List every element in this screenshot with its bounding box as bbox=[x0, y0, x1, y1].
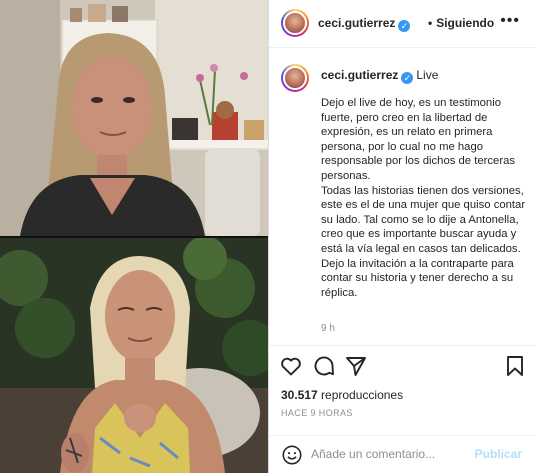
verified-badge-icon: ✓ bbox=[398, 20, 411, 32]
post-caption: Dejo el live de hoy, es un testimonio fu… bbox=[321, 96, 529, 300]
caption-username[interactable]: ceci.gutierrez bbox=[321, 68, 398, 82]
view-count-label: reproducciones bbox=[321, 388, 404, 402]
header-username-text[interactable]: ceci.gutierrez bbox=[318, 16, 395, 30]
host-camera-scene bbox=[0, 0, 268, 236]
publish-button[interactable]: Publicar bbox=[475, 447, 522, 461]
view-count-number: 30.517 bbox=[281, 388, 318, 402]
guest-camera-scene bbox=[0, 238, 268, 473]
bookmark-icon[interactable] bbox=[503, 354, 527, 378]
post-panel: ceci.gutierrez ✓ • Siguiendo ••• ceci.guti… bbox=[268, 0, 536, 473]
caption-paragraph: Dejo la invitación a la contraparte para… bbox=[321, 257, 514, 299]
caption-timestamp[interactable]: 9 h bbox=[321, 323, 335, 334]
caption-paragraph: Todas las historias tienen dos versiones… bbox=[321, 184, 526, 255]
caption-header: ceci.gutierrez ✓ Live bbox=[321, 68, 438, 84]
heart-icon[interactable] bbox=[279, 354, 303, 378]
comment-icon[interactable] bbox=[312, 354, 336, 378]
live-label: Live bbox=[416, 68, 439, 82]
comment-input[interactable] bbox=[311, 447, 471, 461]
caption-paragraph: Dejo el live de hoy, es un testimonio fu… bbox=[321, 97, 516, 182]
caption-avatar[interactable] bbox=[281, 64, 309, 92]
live-video-media[interactable] bbox=[0, 0, 268, 473]
header-username[interactable]: ceci.gutierrez ✓ bbox=[318, 16, 411, 32]
live-video-guest-camera bbox=[0, 238, 268, 473]
verified-badge-icon: ✓ bbox=[401, 72, 414, 84]
header-separator: • bbox=[428, 16, 433, 30]
share-icon[interactable] bbox=[344, 354, 368, 378]
action-bar bbox=[269, 345, 536, 386]
follow-status[interactable]: • Siguiendo bbox=[428, 16, 494, 30]
following-button[interactable]: Siguiendo bbox=[436, 16, 494, 30]
post-timestamp[interactable]: HACE 9 HORAS bbox=[281, 408, 353, 418]
comment-bar: Publicar bbox=[269, 435, 536, 474]
emoji-icon[interactable] bbox=[281, 444, 303, 466]
more-horizontal-icon[interactable]: ••• bbox=[500, 12, 520, 30]
header-avatar[interactable] bbox=[281, 9, 309, 37]
view-count[interactable]: 30.517 reproducciones bbox=[281, 388, 403, 402]
post-header: ceci.gutierrez ✓ • Siguiendo ••• bbox=[269, 0, 536, 48]
live-video-host-camera bbox=[0, 0, 268, 236]
